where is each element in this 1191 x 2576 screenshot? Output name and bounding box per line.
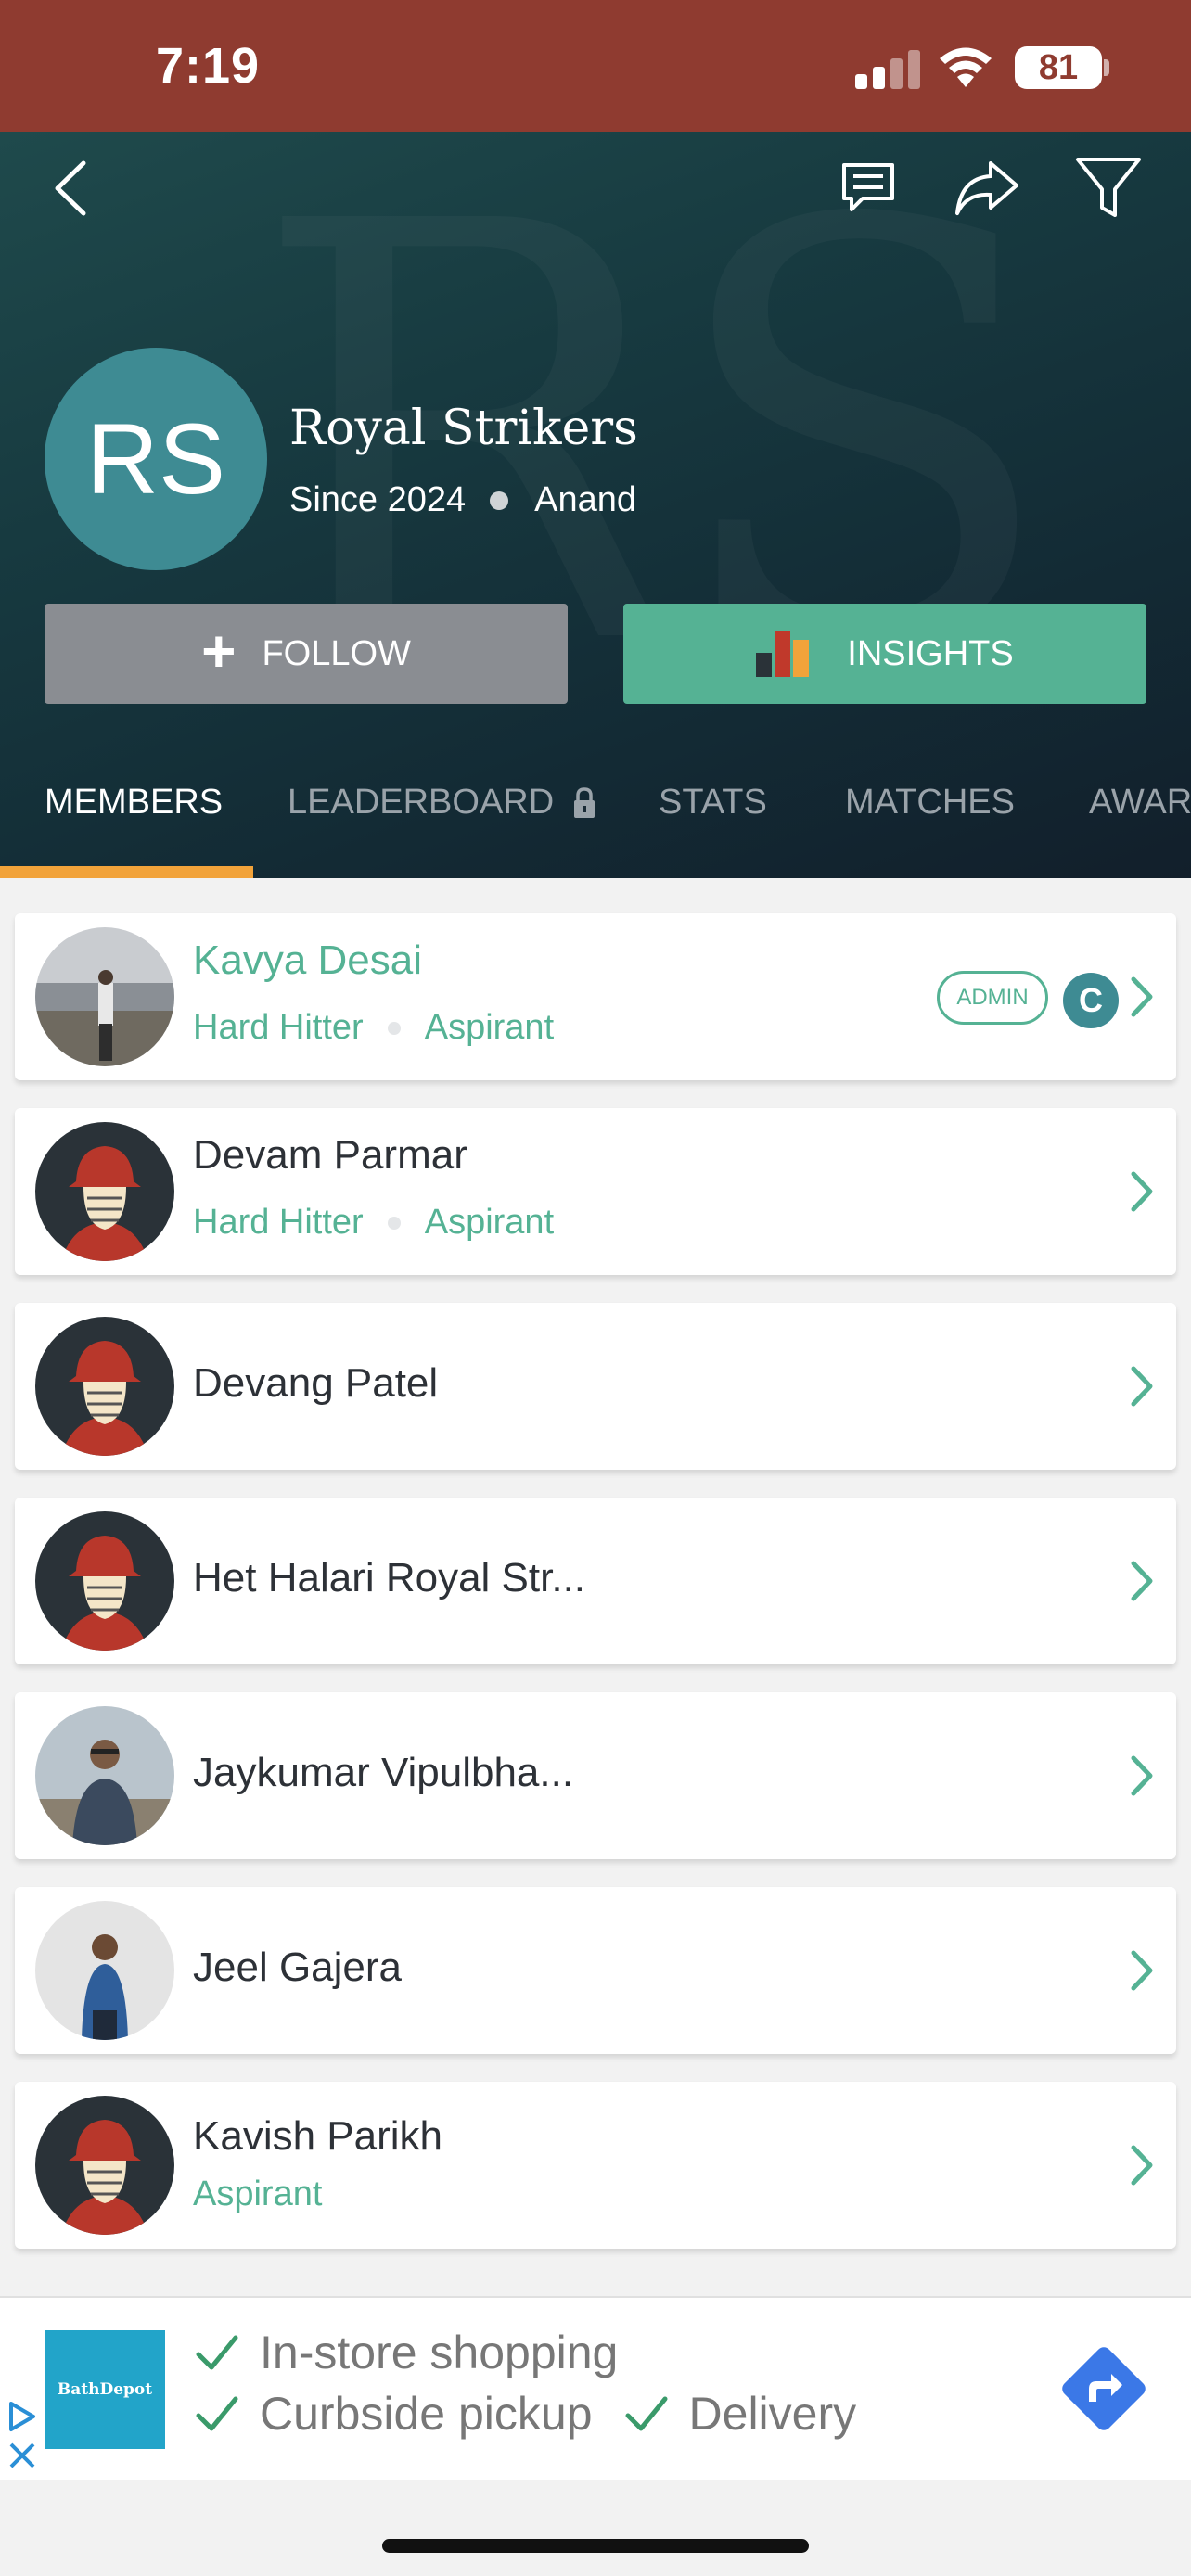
battery-icon: 81 xyxy=(1015,46,1102,89)
member-name: Jaykumar Vipulbha... xyxy=(193,1750,574,1795)
tab-members[interactable]: MEMBERS xyxy=(45,783,223,823)
chat-icon[interactable] xyxy=(839,159,898,217)
member-level: Aspirant xyxy=(424,1203,555,1242)
member-row[interactable]: Devang Patel xyxy=(15,1303,1176,1470)
cellular-signal-icon xyxy=(855,48,920,89)
tab-leaderboard[interactable]: LEADERBOARD xyxy=(288,783,596,823)
ad-banner[interactable]: BathDepot In-store shopping Curbside pic… xyxy=(0,2296,1191,2480)
member-name: Devang Patel xyxy=(193,1360,439,1406)
member-name: Kavya Desai xyxy=(193,937,423,983)
member-row[interactable]: Het Halari Royal Str... xyxy=(15,1498,1176,1664)
ad-feature-curbside: Curbside pickup xyxy=(260,2388,593,2440)
meta-separator-dot xyxy=(490,491,509,510)
chevron-right-icon xyxy=(1131,1950,1153,1991)
plus-icon: + xyxy=(201,618,237,684)
insights-label: INSIGHTS xyxy=(847,633,1014,673)
admin-badge: ADMIN xyxy=(937,971,1048,1025)
lock-icon xyxy=(574,786,596,818)
ad-feature-instore: In-store shopping xyxy=(260,2327,619,2378)
ad-logo: BathDepot xyxy=(45,2330,165,2449)
chevron-right-icon xyxy=(1131,1755,1153,1796)
member-level: Aspirant xyxy=(424,1008,555,1047)
member-name: Jeel Gajera xyxy=(193,1945,403,1990)
chevron-right-icon xyxy=(1131,1366,1153,1407)
member-role: Hard Hitter xyxy=(193,1008,364,1047)
ad-line-2: Curbside pickup Delivery xyxy=(195,2387,856,2441)
share-icon[interactable] xyxy=(952,158,1022,219)
member-avatar-placeholder xyxy=(35,1511,174,1651)
ad-feature-delivery: Delivery xyxy=(688,2388,857,2440)
member-level: Aspirant xyxy=(193,2174,323,2213)
member-row[interactable]: Devam Parmar Hard Hitter Aspirant xyxy=(15,1108,1176,1275)
tab-matches-label: MATCHES xyxy=(845,783,1015,822)
filter-icon[interactable] xyxy=(1074,154,1143,221)
chevron-right-icon xyxy=(1131,976,1153,1017)
tab-awards-label: AWAR xyxy=(1089,783,1191,822)
tab-awards[interactable]: AWAR xyxy=(1089,783,1191,823)
tab-bar: MEMBERS LEADERBOARD STATS MATCHES AWAR xyxy=(0,746,1191,878)
tab-members-label: MEMBERS xyxy=(45,783,224,822)
tag-separator xyxy=(387,1216,401,1230)
check-icon xyxy=(196,2335,238,2370)
follow-button[interactable]: + FOLLOW xyxy=(45,604,568,704)
team-since: Since 2024 xyxy=(289,480,467,519)
member-name: Devam Parmar xyxy=(193,1132,467,1178)
wifi-icon xyxy=(940,47,992,87)
chevron-right-icon xyxy=(1131,1171,1153,1212)
chevron-right-icon xyxy=(1131,1561,1153,1601)
battery-nub xyxy=(1104,59,1109,76)
bar-chart-icon xyxy=(756,631,810,677)
member-row[interactable]: Jeel Gajera xyxy=(15,1887,1176,2054)
insights-button[interactable]: INSIGHTS xyxy=(623,604,1146,704)
member-row[interactable]: Jaykumar Vipulbha... xyxy=(15,1692,1176,1859)
team-meta: Since 2024 Anand xyxy=(289,480,636,520)
active-tab-indicator xyxy=(0,866,253,878)
home-indicator[interactable] xyxy=(382,2539,809,2553)
member-photo xyxy=(35,1901,174,2040)
chevron-right-icon xyxy=(1131,2145,1153,2186)
tab-stats-label: STATS xyxy=(659,783,767,822)
ad-line-1: In-store shopping xyxy=(195,2326,618,2379)
member-row[interactable]: Kavya Desai Hard Hitter Aspirant ADMIN C xyxy=(15,913,1176,1080)
tab-matches[interactable]: MATCHES xyxy=(845,783,1015,823)
tab-leaderboard-label: LEADERBOARD xyxy=(288,783,555,822)
captain-badge: C xyxy=(1063,973,1119,1028)
team-city: Anand xyxy=(534,480,637,519)
member-tags: Hard Hitter Aspirant xyxy=(193,1203,554,1243)
member-name: Het Halari Royal Str... xyxy=(193,1555,586,1600)
follow-label: FOLLOW xyxy=(262,633,411,673)
member-avatar-placeholder xyxy=(35,1317,174,1456)
status-time: 7:19 xyxy=(156,38,261,94)
member-tags: Hard Hitter Aspirant xyxy=(193,1008,554,1048)
directions-icon[interactable] xyxy=(1057,2342,1150,2435)
member-role: Hard Hitter xyxy=(193,1203,364,1242)
member-photo xyxy=(35,1706,174,1845)
ad-choices-icon[interactable] xyxy=(6,2400,39,2474)
tab-stats[interactable]: STATS xyxy=(659,783,767,823)
status-bar: 7:19 81 xyxy=(0,0,1191,132)
member-photo xyxy=(35,927,174,1066)
member-avatar-placeholder xyxy=(35,2096,174,2235)
check-icon xyxy=(196,2396,238,2431)
member-avatar-placeholder xyxy=(35,1122,174,1261)
member-row[interactable]: Kavish Parikh Aspirant xyxy=(15,2082,1176,2249)
team-name: Royal Strikers xyxy=(289,401,638,456)
check-icon xyxy=(625,2396,668,2431)
member-name: Kavish Parikh xyxy=(193,2113,443,2159)
member-tags: Aspirant xyxy=(193,2174,322,2214)
back-icon[interactable] xyxy=(52,159,89,217)
tag-separator xyxy=(387,1021,401,1035)
team-avatar: RS xyxy=(45,348,267,570)
